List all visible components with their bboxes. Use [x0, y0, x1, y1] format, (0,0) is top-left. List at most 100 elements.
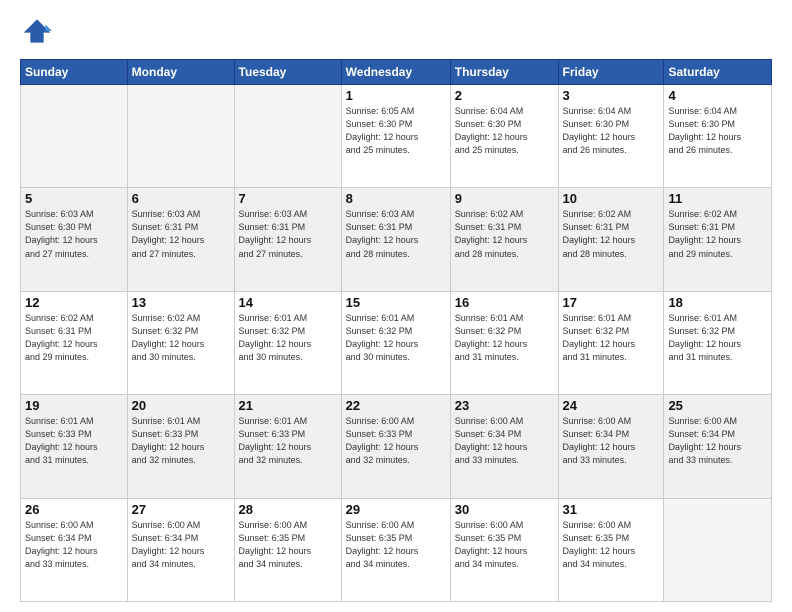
day-number: 7 — [239, 191, 337, 206]
day-number: 2 — [455, 88, 554, 103]
day-number: 17 — [563, 295, 660, 310]
day-number: 27 — [132, 502, 230, 517]
day-number: 28 — [239, 502, 337, 517]
calendar-cell: 21Sunrise: 6:01 AM Sunset: 6:33 PM Dayli… — [234, 395, 341, 498]
day-info: Sunrise: 6:03 AM Sunset: 6:31 PM Dayligh… — [239, 208, 337, 260]
calendar-cell: 1Sunrise: 6:05 AM Sunset: 6:30 PM Daylig… — [341, 85, 450, 188]
day-number: 20 — [132, 398, 230, 413]
weekday-header-friday: Friday — [558, 60, 664, 85]
header — [20, 16, 772, 51]
calendar-cell: 5 Sunrise: 6:03 AM Sunset: 6:30 PM Daylig… — [21, 188, 128, 291]
calendar-cell: 6Sunrise: 6:03 AM Sunset: 6:31 PM Daylig… — [127, 188, 234, 291]
calendar-week-row: 12 Sunrise: 6:02 AM Sunset: 6:31 PM Dayli… — [21, 291, 772, 394]
calendar-cell: 14 Sunrise: 6:01 AM Sunset: 6:32 PM Dayli… — [234, 291, 341, 394]
day-info: Sunrise: 6:00 AM Sunset: 6:35 PM Dayligh… — [239, 519, 337, 571]
day-info: Sunrise: 6:02 AM Sunset: 6:31 PM Dayligh… — [25, 312, 123, 364]
day-info: Sunrise: 6:00 AM Sunset: 6:34 PM Dayligh… — [25, 519, 123, 571]
day-info: Sunrise: 6:01 AM Sunset: 6:33 PM Dayligh… — [25, 415, 123, 467]
day-number: 4 — [668, 88, 767, 103]
weekday-header-saturday: Saturday — [664, 60, 772, 85]
day-info: Sunrise: 6:01 AM Sunset: 6:32 PM Dayligh… — [455, 312, 554, 364]
weekday-header-monday: Monday — [127, 60, 234, 85]
day-info: Sunrise: 6:00 AM Sunset: 6:35 PM Dayligh… — [563, 519, 660, 571]
day-info: Sunrise: 6:00 AM Sunset: 6:34 PM Dayligh… — [455, 415, 554, 467]
day-number: 29 — [346, 502, 446, 517]
day-number: 16 — [455, 295, 554, 310]
calendar-cell: 9 Sunrise: 6:02 AM Sunset: 6:31 PM Daylig… — [450, 188, 558, 291]
calendar-cell: 27 Sunrise: 6:00 AM Sunset: 6:34 PM Dayli… — [127, 498, 234, 601]
calendar-cell: 12 Sunrise: 6:02 AM Sunset: 6:31 PM Dayli… — [21, 291, 128, 394]
day-info: Sunrise: 6:04 AM Sunset: 6:30 PM Dayligh… — [455, 105, 554, 157]
day-info: Sunrise: 6:02 AM Sunset: 6:31 PM Dayligh… — [668, 208, 767, 260]
day-info: Sunrise: 6:01 AM Sunset: 6:32 PM Dayligh… — [563, 312, 660, 364]
day-info: Sunrise: 6:00 AM Sunset: 6:34 PM Dayligh… — [132, 519, 230, 571]
day-number: 19 — [25, 398, 123, 413]
logo — [20, 16, 52, 51]
day-info: Sunrise: 6:01 AM Sunset: 6:32 PM Dayligh… — [346, 312, 446, 364]
calendar-cell: 11Sunrise: 6:02 AM Sunset: 6:31 PM Dayli… — [664, 188, 772, 291]
day-number: 24 — [563, 398, 660, 413]
day-number: 26 — [25, 502, 123, 517]
day-number: 13 — [132, 295, 230, 310]
calendar-cell: 22 Sunrise: 6:00 AM Sunset: 6:33 PM Dayli… — [341, 395, 450, 498]
day-number: 31 — [563, 502, 660, 517]
calendar-cell: 28 Sunrise: 6:00 AM Sunset: 6:35 PM Dayli… — [234, 498, 341, 601]
day-info: Sunrise: 6:03 AM Sunset: 6:30 PM Dayligh… — [25, 208, 123, 260]
day-number: 22 — [346, 398, 446, 413]
calendar-cell: 29 Sunrise: 6:00 AM Sunset: 6:35 PM Dayli… — [341, 498, 450, 601]
calendar-week-row: 19 Sunrise: 6:01 AM Sunset: 6:33 PM Dayli… — [21, 395, 772, 498]
calendar-cell: 23Sunrise: 6:00 AM Sunset: 6:34 PM Dayli… — [450, 395, 558, 498]
day-number: 21 — [239, 398, 337, 413]
calendar-cell: 15 Sunrise: 6:01 AM Sunset: 6:32 PM Dayli… — [341, 291, 450, 394]
calendar-cell — [664, 498, 772, 601]
day-info: Sunrise: 6:00 AM Sunset: 6:35 PM Dayligh… — [455, 519, 554, 571]
calendar-week-row: 1Sunrise: 6:05 AM Sunset: 6:30 PM Daylig… — [21, 85, 772, 188]
calendar-cell: 16 Sunrise: 6:01 AM Sunset: 6:32 PM Dayli… — [450, 291, 558, 394]
day-number: 30 — [455, 502, 554, 517]
day-number: 10 — [563, 191, 660, 206]
logo-icon — [22, 16, 52, 46]
weekday-header-thursday: Thursday — [450, 60, 558, 85]
calendar-cell: 4 Sunrise: 6:04 AM Sunset: 6:30 PM Daylig… — [664, 85, 772, 188]
day-number: 6 — [132, 191, 230, 206]
day-info: Sunrise: 6:00 AM Sunset: 6:34 PM Dayligh… — [668, 415, 767, 467]
calendar-cell: 25 Sunrise: 6:00 AM Sunset: 6:34 PM Dayli… — [664, 395, 772, 498]
day-info: Sunrise: 6:01 AM Sunset: 6:33 PM Dayligh… — [132, 415, 230, 467]
calendar-cell: 20 Sunrise: 6:01 AM Sunset: 6:33 PM Dayli… — [127, 395, 234, 498]
day-number: 5 — [25, 191, 123, 206]
calendar-cell: 30 Sunrise: 6:00 AM Sunset: 6:35 PM Dayli… — [450, 498, 558, 601]
weekday-header-sunday: Sunday — [21, 60, 128, 85]
day-info: Sunrise: 6:04 AM Sunset: 6:30 PM Dayligh… — [668, 105, 767, 157]
calendar-cell — [21, 85, 128, 188]
weekday-header-wednesday: Wednesday — [341, 60, 450, 85]
calendar-cell: 24 Sunrise: 6:00 AM Sunset: 6:34 PM Dayli… — [558, 395, 664, 498]
day-info: Sunrise: 6:02 AM Sunset: 6:31 PM Dayligh… — [455, 208, 554, 260]
calendar-cell: 7 Sunrise: 6:03 AM Sunset: 6:31 PM Daylig… — [234, 188, 341, 291]
day-number: 9 — [455, 191, 554, 206]
page: SundayMondayTuesdayWednesdayThursdayFrid… — [0, 0, 792, 612]
calendar-cell: 18Sunrise: 6:01 AM Sunset: 6:32 PM Dayli… — [664, 291, 772, 394]
day-number: 3 — [563, 88, 660, 103]
day-info: Sunrise: 6:00 AM Sunset: 6:33 PM Dayligh… — [346, 415, 446, 467]
day-number: 14 — [239, 295, 337, 310]
day-info: Sunrise: 6:01 AM Sunset: 6:32 PM Dayligh… — [668, 312, 767, 364]
day-info: Sunrise: 6:04 AM Sunset: 6:30 PM Dayligh… — [563, 105, 660, 157]
day-info: Sunrise: 6:00 AM Sunset: 6:35 PM Dayligh… — [346, 519, 446, 571]
weekday-header-tuesday: Tuesday — [234, 60, 341, 85]
calendar-week-row: 26 Sunrise: 6:00 AM Sunset: 6:34 PM Dayli… — [21, 498, 772, 601]
calendar-cell: 10 Sunrise: 6:02 AM Sunset: 6:31 PM Dayli… — [558, 188, 664, 291]
calendar-cell: 13Sunrise: 6:02 AM Sunset: 6:32 PM Dayli… — [127, 291, 234, 394]
day-number: 12 — [25, 295, 123, 310]
calendar-cell: 31 Sunrise: 6:00 AM Sunset: 6:35 PM Dayli… — [558, 498, 664, 601]
day-info: Sunrise: 6:00 AM Sunset: 6:34 PM Dayligh… — [563, 415, 660, 467]
calendar-week-row: 5 Sunrise: 6:03 AM Sunset: 6:30 PM Daylig… — [21, 188, 772, 291]
calendar-cell — [127, 85, 234, 188]
day-number: 25 — [668, 398, 767, 413]
day-info: Sunrise: 6:01 AM Sunset: 6:32 PM Dayligh… — [239, 312, 337, 364]
day-number: 1 — [346, 88, 446, 103]
day-info: Sunrise: 6:02 AM Sunset: 6:31 PM Dayligh… — [563, 208, 660, 260]
calendar-cell: 3 Sunrise: 6:04 AM Sunset: 6:30 PM Daylig… — [558, 85, 664, 188]
calendar-cell: 17 Sunrise: 6:01 AM Sunset: 6:32 PM Dayli… — [558, 291, 664, 394]
calendar-cell: 26 Sunrise: 6:00 AM Sunset: 6:34 PM Dayli… — [21, 498, 128, 601]
day-number: 15 — [346, 295, 446, 310]
